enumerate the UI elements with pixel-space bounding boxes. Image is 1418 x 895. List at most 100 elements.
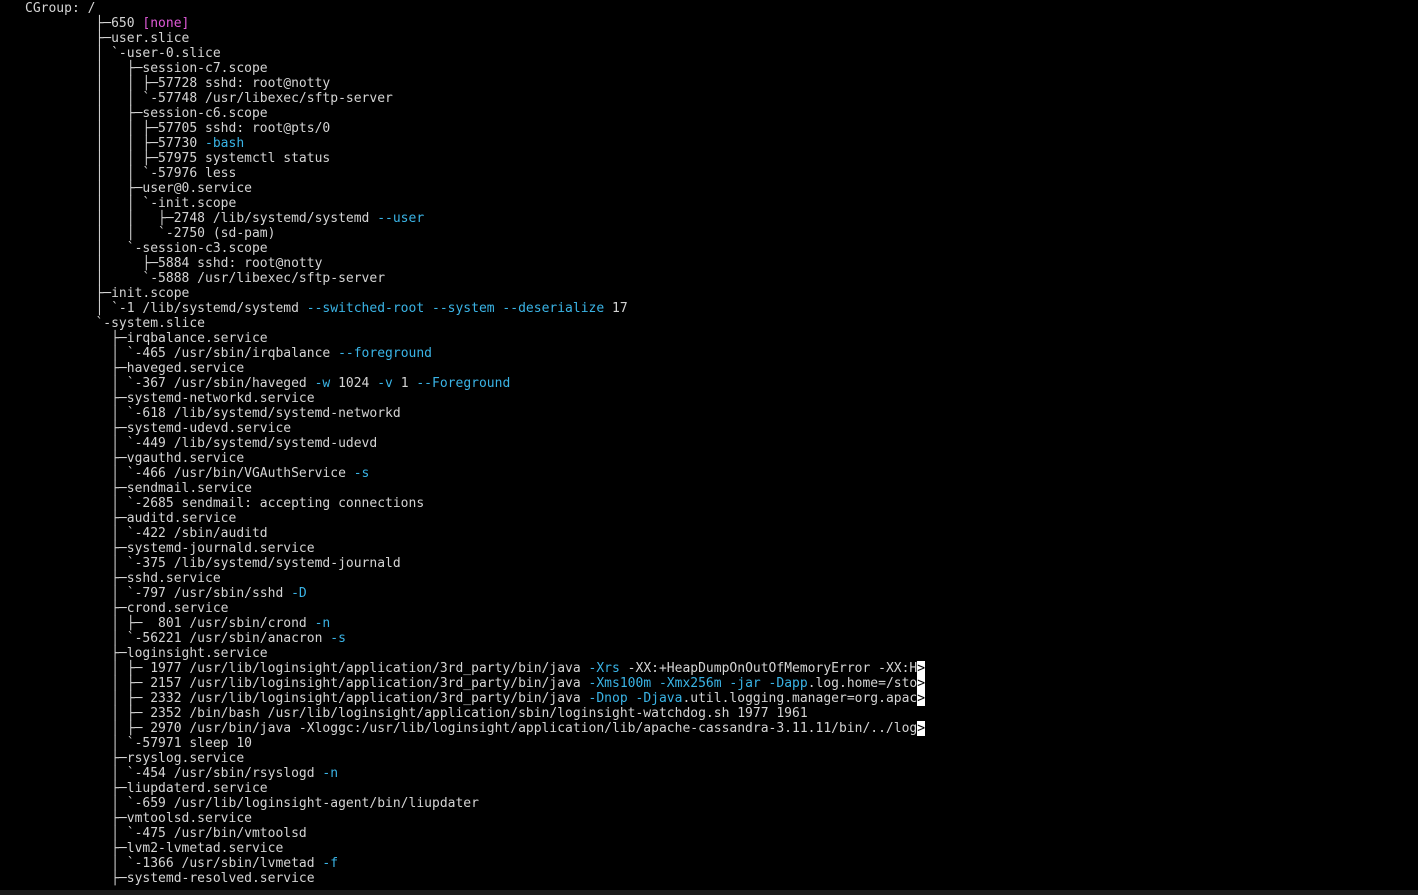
output-text: │ │ ├─2748 /lib/systemd/systemd bbox=[25, 211, 378, 226]
terminal-line: ├─vgauthd.service bbox=[25, 451, 244, 466]
command-option: -s bbox=[353, 466, 370, 481]
output-text: │ ├─ 801 /usr/sbin/crond bbox=[25, 616, 315, 631]
output-text: ├─rsyslog.service bbox=[25, 751, 245, 766]
output-text: ├─650 bbox=[25, 16, 143, 31]
output-text: 17 bbox=[604, 301, 628, 316]
terminal-line: │ `-56221 /usr/sbin/anacron -s bbox=[25, 631, 346, 646]
terminal-line: │ ├─ 2157 /usr/lib/loginsight/applicatio… bbox=[25, 676, 926, 691]
terminal-line: │ `-465 /usr/sbin/irqbalance --foregroun… bbox=[25, 346, 432, 361]
terminal-line: ├─systemd-journald.service bbox=[25, 541, 315, 556]
terminal-line: ├─650 [none] bbox=[25, 16, 189, 31]
output-text: ├─systemd-journald.service bbox=[25, 541, 315, 556]
output-text: CGroup: / bbox=[25, 1, 96, 16]
terminal-line: │ │ ├─57728 sshd: root@notty bbox=[25, 76, 330, 91]
terminal-line: ├─lvm2-lvmetad.service bbox=[25, 841, 283, 856]
terminal-line: │ `-659 /usr/lib/loginsight-agent/bin/li… bbox=[25, 796, 479, 811]
command-option: -w bbox=[314, 376, 331, 391]
terminal-line: `-system.slice bbox=[25, 316, 205, 331]
terminal-bottom-edge bbox=[0, 890, 1418, 895]
terminal-line: │ │ `-2750 (sd-pam) bbox=[25, 226, 275, 241]
output-text: │ `-449 /lib/systemd/systemd-udevd bbox=[25, 436, 378, 451]
terminal-line: │ `-449 /lib/systemd/systemd-udevd bbox=[25, 436, 377, 451]
terminal-line: │ │ ├─57730 -bash bbox=[25, 136, 244, 151]
output-text: │ `-session-c3.scope bbox=[25, 241, 268, 256]
output-text: ├─init.scope bbox=[25, 286, 190, 301]
terminal-line: ├─vmtoolsd.service bbox=[25, 811, 252, 826]
terminal-line: │ ├─session-c7.scope bbox=[25, 61, 268, 76]
terminal-line: ├─systemd-resolved.service bbox=[25, 871, 315, 886]
output-text: │ ├─ 2332 /usr/lib/loginsight/applicatio… bbox=[25, 691, 589, 706]
output-text: .util.logging.manager=org.apac bbox=[682, 691, 918, 706]
output-text: │ ├─5884 sshd: root@notty bbox=[25, 256, 323, 271]
command-option: -v bbox=[377, 376, 393, 391]
terminal-line: ├─crond.service bbox=[25, 601, 229, 616]
output-text: │ `-2685 sendmail: accepting connections bbox=[25, 496, 425, 511]
output-text: │ ├─session-c7.scope bbox=[25, 61, 268, 76]
terminal-line: │ ├─ 2352 /bin/bash /usr/lib/loginsight/… bbox=[25, 706, 808, 721]
output-text: ├─systemd-resolved.service bbox=[25, 871, 315, 886]
terminal-line: ├─liupdaterd.service bbox=[25, 781, 268, 796]
output-text: ├─liupdaterd.service bbox=[25, 781, 268, 796]
output-text: │ `-1366 /usr/sbin/lvmetad bbox=[25, 856, 323, 871]
command-option: -n bbox=[314, 616, 331, 631]
terminal-line: CGroup: / bbox=[25, 1, 95, 16]
output-text: │ │ `-2750 (sd-pam) bbox=[25, 226, 276, 241]
terminal-line: ├─rsyslog.service bbox=[25, 751, 244, 766]
output-text: │ `-797 /usr/sbin/sshd bbox=[25, 586, 292, 601]
terminal-line: │ │ ├─57705 sshd: root@pts/0 bbox=[25, 121, 330, 136]
terminal-line: │ `-user-0.slice bbox=[25, 46, 220, 61]
terminal-line: │ ├─ 2970 /usr/bin/java -Xloggc:/usr/lib… bbox=[25, 721, 926, 736]
command-option: -f bbox=[322, 856, 339, 871]
output-text: ├─irqbalance.service bbox=[25, 331, 268, 346]
terminal-line: │ │ `-57748 /usr/libexec/sftp-server bbox=[25, 91, 392, 106]
output-text: ├─user.slice bbox=[25, 31, 190, 46]
terminal-line: ├─systemd-networkd.service bbox=[25, 391, 315, 406]
output-text: │ `-1 /lib/systemd/systemd bbox=[25, 301, 307, 316]
output-text: │ `-375 /lib/systemd/systemd-journald bbox=[25, 556, 401, 571]
output-text: │ │ ├─57975 systemctl status bbox=[25, 151, 331, 166]
output-text: ├─loginsight.service bbox=[25, 646, 268, 661]
output-text: ├─crond.service bbox=[25, 601, 229, 616]
none-tag: [none] bbox=[142, 16, 190, 31]
truncation-cursor: > bbox=[917, 721, 926, 736]
output-text: │ │ `-57976 less bbox=[25, 166, 237, 181]
output-text: ├─vgauthd.service bbox=[25, 451, 245, 466]
command-option: --foreground bbox=[338, 346, 432, 361]
terminal-line: │ ├─ 801 /usr/sbin/crond -n bbox=[25, 616, 330, 631]
terminal-window[interactable]: CGroup: / ├─650 [none] ├─user.slice │ `-… bbox=[0, 0, 1418, 890]
terminal-line: │ │ `-57976 less bbox=[25, 166, 236, 181]
output-text: `-system.slice bbox=[25, 316, 206, 331]
output-text: │ ├─ 2157 /usr/lib/loginsight/applicatio… bbox=[25, 676, 589, 691]
command-option: --switched-root --system --deserialize bbox=[306, 301, 605, 316]
terminal-line: │ `-454 /usr/sbin/rsyslogd -n bbox=[25, 766, 338, 781]
command-option: -Dnop -Djava bbox=[588, 691, 683, 706]
output-text: -XX:+HeapDumpOnOutOfMemoryError -XX:H bbox=[619, 661, 918, 676]
terminal-line: │ `-5888 /usr/libexec/sftp-server bbox=[25, 271, 385, 286]
output-text: .log.home=/sto bbox=[807, 676, 918, 691]
output-text: │ `-659 /usr/lib/loginsight-agent/bin/li… bbox=[25, 796, 479, 811]
output-text: │ │ ├─57705 sshd: root@pts/0 bbox=[25, 121, 331, 136]
truncation-cursor: > bbox=[917, 676, 926, 691]
terminal-line: ├─irqbalance.service bbox=[25, 331, 268, 346]
terminal-line: ├─init.scope bbox=[25, 286, 189, 301]
output-text: │ │ ├─57728 sshd: root@notty bbox=[25, 76, 331, 91]
terminal-line: │ `-367 /usr/sbin/haveged -w 1024 -v 1 -… bbox=[25, 376, 510, 391]
terminal-line: ├─systemd-udevd.service bbox=[25, 421, 291, 436]
terminal-line: │ `-422 /sbin/auditd bbox=[25, 526, 268, 541]
terminal-line: │ │ ├─2748 /lib/systemd/systemd --user bbox=[25, 211, 424, 226]
output-text: ├─sendmail.service bbox=[25, 481, 252, 496]
terminal-line: ├─auditd.service bbox=[25, 511, 236, 526]
terminal-line: │ `-session-c3.scope bbox=[25, 241, 268, 256]
output-text: ├─systemd-udevd.service bbox=[25, 421, 292, 436]
truncation-cursor: > bbox=[917, 691, 926, 706]
command-option: -n bbox=[322, 766, 339, 781]
output-text: │ `-422 /sbin/auditd bbox=[25, 526, 268, 541]
command-option: --Foreground bbox=[416, 376, 511, 391]
output-text: │ `-475 /usr/bin/vmtoolsd bbox=[25, 826, 307, 841]
output-text: │ │ `-init.scope bbox=[25, 196, 237, 211]
terminal-line: │ `-375 /lib/systemd/systemd-journald bbox=[25, 556, 401, 571]
output-text: ├─auditd.service bbox=[25, 511, 237, 526]
terminal-line: │ `-2685 sendmail: accepting connections bbox=[25, 496, 424, 511]
command-option: -bash bbox=[205, 136, 245, 151]
terminal-line: │ ├─ 2332 /usr/lib/loginsight/applicatio… bbox=[25, 691, 926, 706]
